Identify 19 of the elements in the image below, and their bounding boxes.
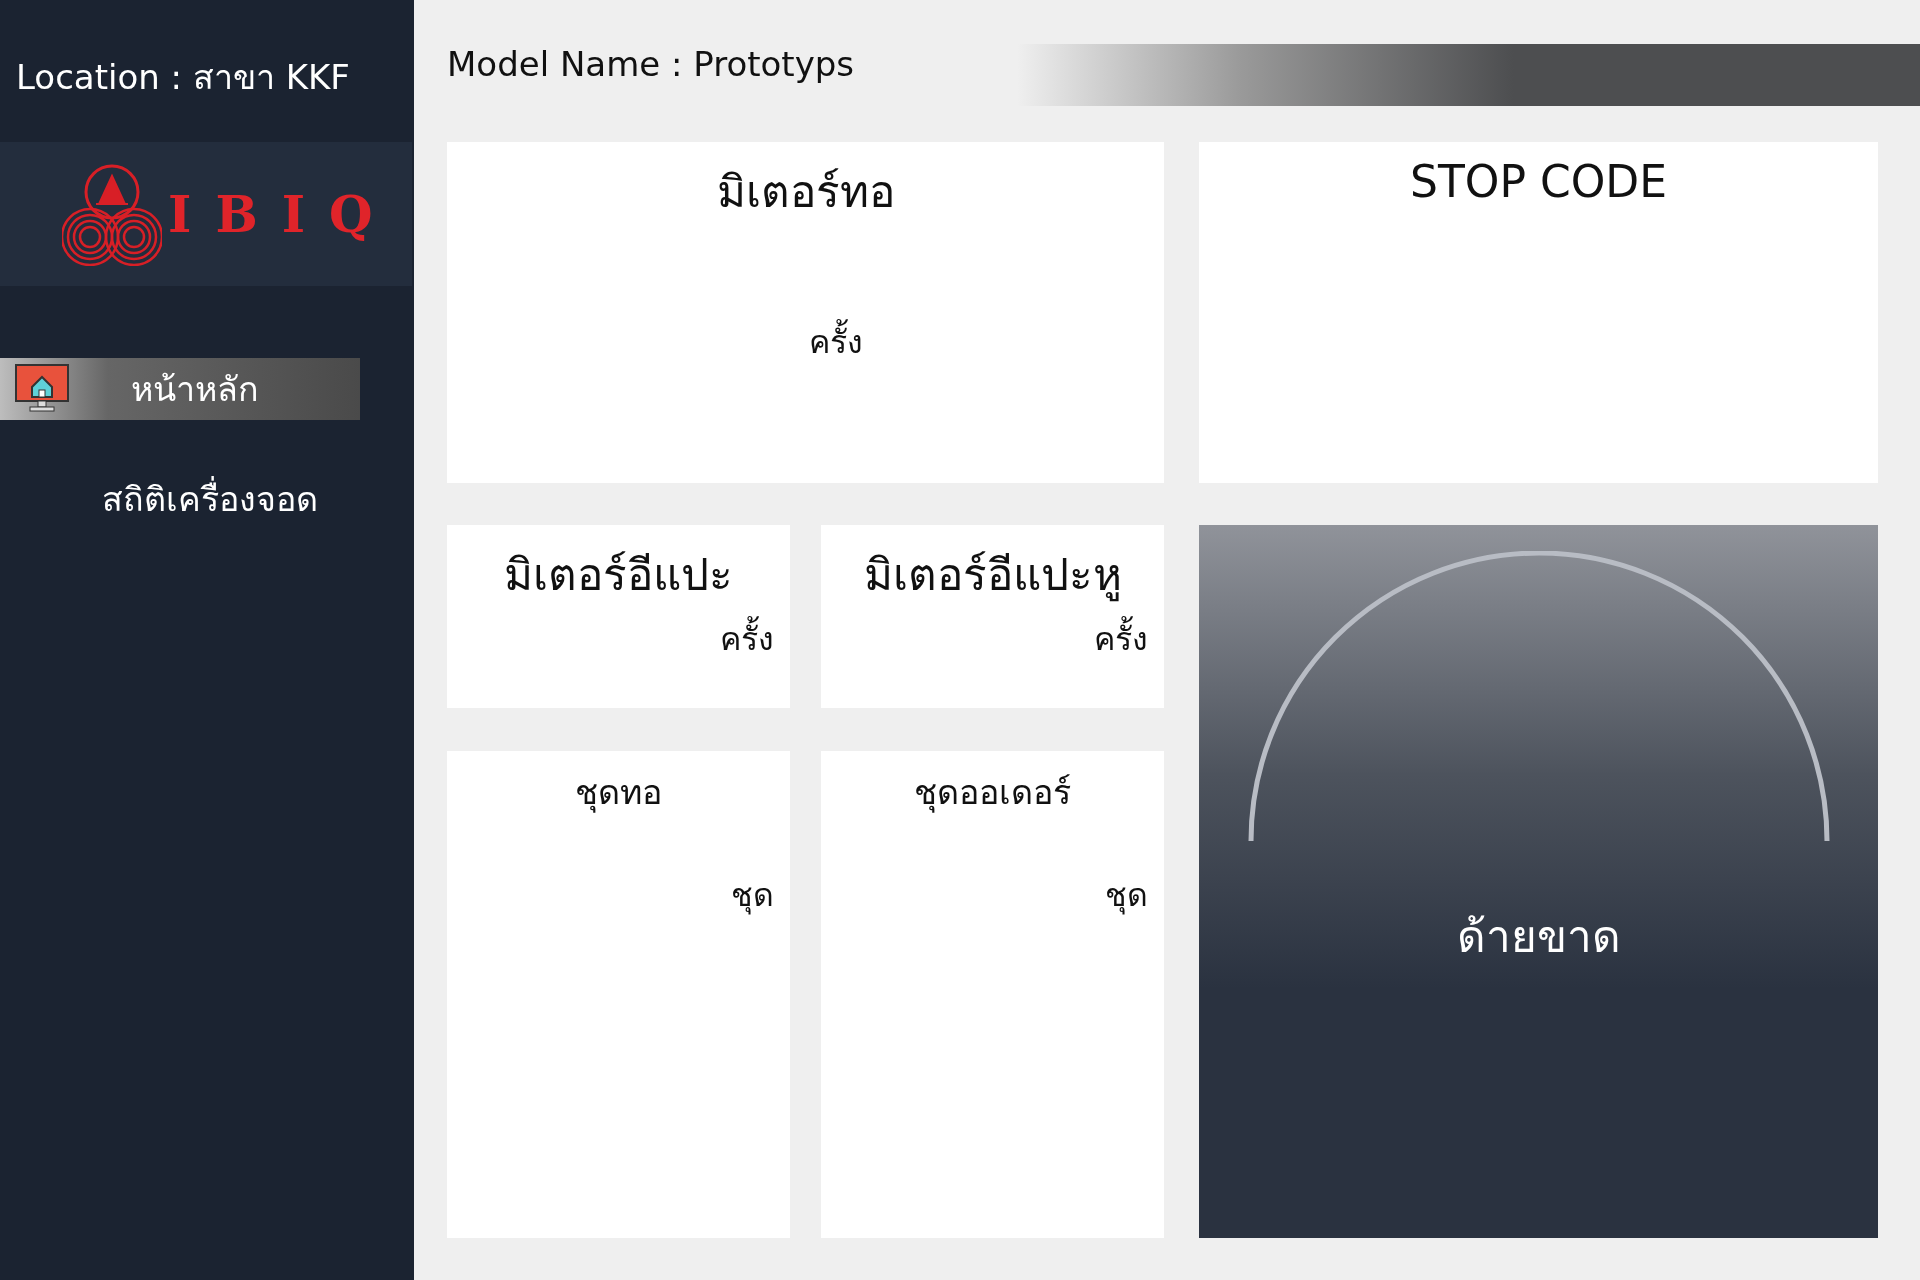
unit-label: ครั้ง [447,316,1164,367]
card-title: มิเตอร์อีแปะ [503,548,734,602]
card-title: มิเตอร์ทอ [715,165,896,219]
location-label: Location : สาขา KKF [15,56,351,90]
unit-label: ชุด [1104,875,1149,917]
card-title: ชุดออเดอร์ [913,771,1072,815]
card-title: มิเตอร์อีแปะหู [862,548,1123,604]
logo-text: IBIQ [168,184,397,244]
nav-item[interactable]: หน้าหลัก [0,358,360,420]
logo-icon [62,162,162,266]
unit-label: ครั้ง [821,613,1164,664]
nav-item[interactable]: สถิติเครื่องจอด [0,468,360,530]
gauge-label: ด้ายขาด [1456,910,1621,964]
monitor-home-icon [14,363,70,415]
unit-label: ครั้ง [447,613,790,664]
card-title: ชุดทอ [574,771,663,815]
unit-label: ชุด [730,875,775,917]
model-name-label: Model Name : Prototyps [447,44,855,84]
card-title: STOP CODE [1409,155,1668,207]
